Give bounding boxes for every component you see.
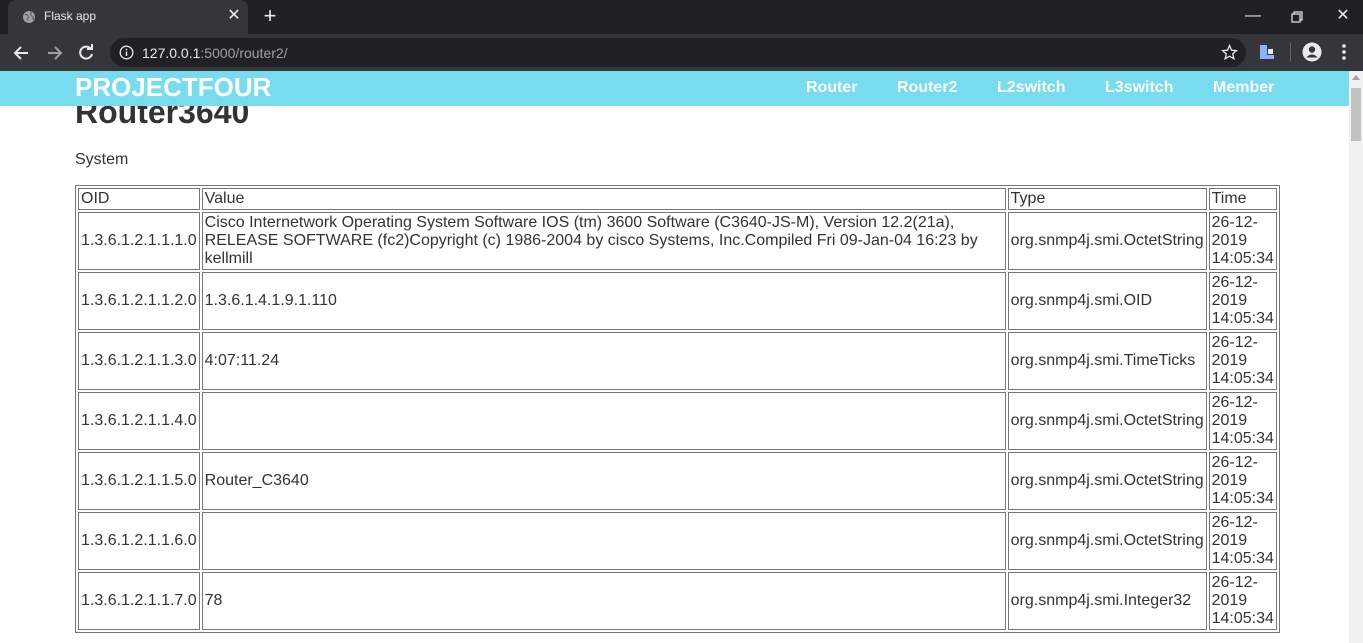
url-text[interactable]: 127.0.0.1:5000/router2/ — [142, 45, 288, 61]
cell-time: 26-12- 2019 14:05:34 — [1208, 332, 1277, 390]
page-viewport: Router3640 PROJECTFOUR Router Router2 L2… — [0, 71, 1349, 643]
cell-value: 4:07:11.24 — [201, 332, 1006, 390]
cell-type: org.snmp4j.smi.OctetString — [1007, 392, 1207, 450]
cell-type: org.snmp4j.smi.OctetString — [1007, 212, 1207, 270]
toolbar-separator — [1290, 43, 1291, 61]
header-oid: OID — [78, 188, 200, 210]
header-type: Type — [1007, 188, 1207, 210]
table-row: 1.3.6.1.2.1.1.1.0 Cisco Internetwork Ope… — [78, 212, 1277, 270]
scroll-up-arrow-icon[interactable] — [1352, 75, 1360, 80]
cell-oid: 1.3.6.1.2.1.1.1.0 — [78, 212, 200, 270]
table-row: 1.3.6.1.2.1.1.2.0 1.3.6.1.4.1.9.1.110 or… — [78, 272, 1277, 330]
profile-icon[interactable] — [1302, 42, 1322, 62]
nav-link-router2[interactable]: Router2 — [897, 79, 957, 97]
cell-time: 26-12- 2019 14:05:34 — [1208, 392, 1277, 450]
top-navbar: PROJECTFOUR Router Router2 L2switch L3sw… — [0, 71, 1349, 106]
cell-type: org.snmp4j.smi.OctetString — [1007, 452, 1207, 510]
cell-value — [201, 512, 1006, 570]
nav-link-l3switch[interactable]: L3switch — [1105, 79, 1173, 97]
table-row: 1.3.6.1.2.1.1.7.0 78 org.snmp4j.smi.Inte… — [78, 572, 1277, 630]
new-tab-icon[interactable]: + — [258, 5, 282, 29]
scroll-thumb[interactable] — [1351, 88, 1361, 141]
browser-titlebar: Flask app ✕ + — ✕ — [0, 0, 1363, 34]
restore-icon[interactable] — [1284, 4, 1310, 30]
cell-type: org.snmp4j.smi.OctetString — [1007, 512, 1207, 570]
cell-time: 26-12- 2019 14:05:34 — [1208, 272, 1277, 330]
cell-time: 26-12- 2019 14:05:34 — [1208, 512, 1277, 570]
section-label: System — [75, 151, 129, 168]
tab-title: Flask app — [44, 9, 97, 23]
cell-value: 78 — [201, 572, 1006, 630]
address-bar[interactable]: 127.0.0.1:5000/router2/ — [110, 38, 1246, 67]
url-path: :5000/router2/ — [200, 45, 288, 61]
cell-type: org.snmp4j.smi.TimeTicks — [1007, 332, 1207, 390]
table-header-row: OID Value Type Time — [78, 188, 1277, 210]
nav-link-router[interactable]: Router — [806, 79, 858, 97]
back-icon[interactable] — [9, 40, 35, 66]
header-value: Value — [201, 188, 1006, 210]
forward-icon[interactable] — [41, 40, 67, 66]
page-scrollbar[interactable] — [1349, 71, 1363, 643]
cell-type: org.snmp4j.smi.Integer32 — [1007, 572, 1207, 630]
cell-time: 26-12- 2019 14:05:34 — [1208, 212, 1277, 270]
header-time: Time — [1208, 188, 1277, 210]
extension-icon[interactable] — [1258, 43, 1276, 61]
table-row: 1.3.6.1.2.1.1.5.0 Router_C3640 org.snmp4… — [78, 452, 1277, 510]
bookmark-star-icon[interactable] — [1221, 44, 1238, 61]
info-icon[interactable] — [119, 45, 134, 60]
url-host: 127.0.0.1 — [142, 45, 201, 61]
minimize-icon[interactable]: — — [1240, 4, 1266, 30]
cell-value: 1.3.6.1.4.1.9.1.110 — [201, 272, 1006, 330]
close-window-icon[interactable]: ✕ — [1330, 4, 1356, 30]
more-menu-icon[interactable] — [1336, 42, 1352, 62]
reload-icon[interactable] — [73, 40, 99, 66]
cell-oid: 1.3.6.1.2.1.1.2.0 — [78, 272, 200, 330]
cell-oid: 1.3.6.1.2.1.1.5.0 — [78, 452, 200, 510]
cell-oid: 1.3.6.1.2.1.1.7.0 — [78, 572, 200, 630]
cell-type: org.snmp4j.smi.OID — [1007, 272, 1207, 330]
table-row: 1.3.6.1.2.1.1.4.0 org.snmp4j.smi.OctetSt… — [78, 392, 1277, 450]
cell-oid: 1.3.6.1.2.1.1.3.0 — [78, 332, 200, 390]
cell-time: 26-12- 2019 14:05:34 — [1208, 572, 1277, 630]
nav-link-member[interactable]: Member — [1213, 79, 1274, 97]
cell-oid: 1.3.6.1.2.1.1.6.0 — [78, 512, 200, 570]
table-row: 1.3.6.1.2.1.1.6.0 org.snmp4j.smi.OctetSt… — [78, 512, 1277, 570]
globe-icon — [23, 11, 35, 23]
cell-value — [201, 392, 1006, 450]
cell-value: Cisco Internetwork Operating System Soft… — [201, 212, 1006, 270]
close-tab-icon[interactable]: ✕ — [224, 6, 244, 26]
cell-oid: 1.3.6.1.2.1.1.4.0 — [78, 392, 200, 450]
brand-link[interactable]: PROJECTFOUR — [75, 72, 271, 103]
cell-time: 26-12- 2019 14:05:34 — [1208, 452, 1277, 510]
table-row: 1.3.6.1.2.1.1.3.0 4:07:11.24 org.snmp4j.… — [78, 332, 1277, 390]
browser-tab[interactable]: Flask app ✕ — [8, 0, 248, 34]
nav-link-l2switch[interactable]: L2switch — [997, 79, 1065, 97]
system-oid-table: OID Value Type Time 1.3.6.1.2.1.1.1.0 Ci… — [75, 185, 1280, 633]
cell-value: Router_C3640 — [201, 452, 1006, 510]
browser-toolbar: 127.0.0.1:5000/router2/ — [0, 34, 1363, 71]
